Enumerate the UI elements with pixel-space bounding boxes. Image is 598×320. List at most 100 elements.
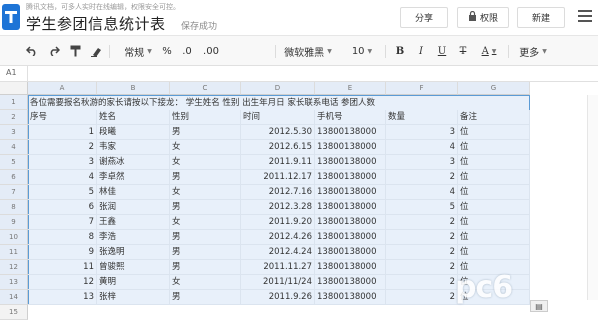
table-cell[interactable]: 2011.12.17 [241,170,315,185]
increase-decimal-button[interactable]: .00 [200,42,222,60]
table-cell[interactable]: 4 [386,140,458,155]
table-cell[interactable]: 女 [170,275,241,290]
table-cell[interactable]: 13800138000 [315,260,386,275]
table-cell[interactable]: 13800138000 [315,170,386,185]
table-cell[interactable]: 数量 [386,110,458,125]
column-header-e[interactable]: E [315,82,386,95]
table-cell[interactable]: 姓名 [97,110,170,125]
table-cell[interactable]: 11 [28,260,97,275]
table-cell[interactable]: 李浩 [97,230,170,245]
percent-button[interactable]: % [160,42,174,60]
table-cell[interactable]: 2 [386,260,458,275]
table-cell[interactable]: 序号 [28,110,97,125]
table-cell[interactable]: 13800138000 [315,200,386,215]
table-cell[interactable]: 13800138000 [315,230,386,245]
table-cell[interactable]: 位 [458,200,530,215]
table-cell[interactable]: 段曦 [97,125,170,140]
table-cell[interactable]: 位 [458,230,530,245]
table-cell[interactable]: 2012.6.15 [241,140,315,155]
row-header[interactable]: 2 [0,110,28,125]
table-cell[interactable]: 手机号 [315,110,386,125]
table-cell[interactable]: 谢燕冰 [97,155,170,170]
table-cell[interactable]: 曾骏熙 [97,260,170,275]
table-cell[interactable]: 位 [458,170,530,185]
table-cell[interactable]: 13800138000 [315,140,386,155]
table-cell[interactable]: 性别 [170,110,241,125]
column-header-f[interactable]: F [386,82,458,95]
table-cell[interactable]: 位 [458,125,530,140]
table-cell[interactable]: 女 [170,140,241,155]
table-cell[interactable]: 12 [28,275,97,290]
table-cell[interactable]: 2 [28,140,97,155]
table-cell[interactable]: 3 [386,155,458,170]
table-cell[interactable]: 2011/11/24 [241,275,315,290]
row-header[interactable]: 6 [0,170,28,185]
table-cell[interactable]: 女 [170,215,241,230]
instruction-row[interactable]: 各位需要报名秋游的家长请按以下接龙： 学生姓名 性别 出生年月日 家长联系电话 … [30,97,375,110]
table-cell[interactable]: 1 [28,125,97,140]
spreadsheet-grid[interactable]: ABCDEFG 1 2 3 4 5 6 7 8 9 10 11 12 13 14 15 各位需要报名秋游的家… [0,82,598,320]
table-cell[interactable]: 8 [28,230,97,245]
row-header[interactable]: 1 [0,95,28,110]
table-cell[interactable]: 张逸明 [97,245,170,260]
table-cell[interactable]: 13800138000 [315,215,386,230]
font-size-dropdown[interactable]: 10 ▼ [350,42,374,60]
row-header[interactable]: 8 [0,200,28,215]
row-header[interactable]: 14 [0,290,28,305]
strikethrough-button[interactable]: T [456,42,470,60]
table-cell[interactable]: 2 [386,275,458,290]
table-cell[interactable]: 2 [386,245,458,260]
permission-button[interactable]: 权限 [457,7,509,28]
table-cell[interactable]: 4 [28,170,97,185]
table-cell[interactable]: 4 [386,185,458,200]
table-cell[interactable]: 张梓 [97,290,170,305]
select-all-corner[interactable] [0,82,28,95]
row-header[interactable]: 9 [0,215,28,230]
table-cell[interactable]: 2012.3.28 [241,200,315,215]
table-cell[interactable]: 5 [28,185,97,200]
row-header[interactable]: 4 [0,140,28,155]
column-header-d[interactable]: D [241,82,315,95]
table-cell[interactable]: 2 [386,290,458,305]
table-cell[interactable]: 李卓然 [97,170,170,185]
table-cell[interactable]: 男 [170,200,241,215]
table-cell[interactable]: 13 [28,290,97,305]
table-cell[interactable]: 2011.9.26 [241,290,315,305]
table-cell[interactable]: 位 [458,185,530,200]
table-cell[interactable]: 13800138000 [315,275,386,290]
table-cell[interactable]: 2011.9.20 [241,215,315,230]
bold-button[interactable]: B [393,42,407,60]
table-cell[interactable]: 13800138000 [315,185,386,200]
table-cell[interactable]: 2 [386,230,458,245]
table-cell[interactable]: 女 [170,155,241,170]
table-cell[interactable]: 位 [458,215,530,230]
vertical-scrollbar[interactable] [587,95,598,300]
table-cell[interactable]: 王鑫 [97,215,170,230]
decrease-decimal-button[interactable]: .0 [178,42,196,60]
paste-options-icon[interactable]: ▤ [530,300,548,312]
share-button[interactable]: 分享 [400,7,448,28]
row-header[interactable]: 11 [0,245,28,260]
italic-button[interactable]: I [414,42,428,60]
table-cell[interactable]: 3 [28,155,97,170]
new-button[interactable]: 新建 [517,7,565,28]
row-header[interactable]: 10 [0,230,28,245]
row-header[interactable]: 5 [0,155,28,170]
cell-reference[interactable]: A1 [6,68,17,77]
table-cell[interactable]: 2012.4.24 [241,245,315,260]
table-cell[interactable]: 男 [170,170,241,185]
column-header-b[interactable]: B [97,82,170,95]
table-cell[interactable]: 13800138000 [315,125,386,140]
table-cell[interactable]: 备注 [458,110,530,125]
column-header-g[interactable]: G [458,82,530,95]
document-title[interactable]: 学生参团信息统计表 [26,13,166,34]
table-cell[interactable]: 2011.9.11 [241,155,315,170]
table-cell[interactable]: 2 [386,170,458,185]
table-cell[interactable]: 5 [386,200,458,215]
table-cell[interactable]: 女 [170,185,241,200]
underline-button[interactable]: U [435,42,449,60]
table-cell[interactable]: 2011.11.27 [241,260,315,275]
font-family-dropdown[interactable]: 微软雅黑 ▼ [284,42,332,60]
table-cell[interactable]: 位 [458,155,530,170]
row-header[interactable]: 15 [0,305,28,320]
